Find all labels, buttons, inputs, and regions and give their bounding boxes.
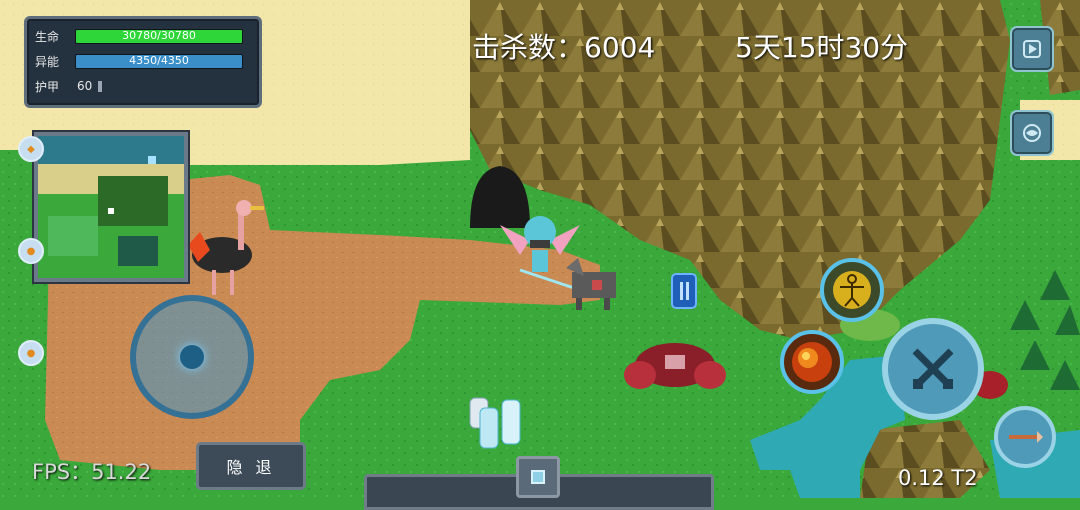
hp-text: 30780/30780 [122, 28, 196, 42]
fire-skill-button[interactable] [780, 330, 844, 394]
version-label: 0.12 T2 [898, 466, 978, 490]
energy-label: 异能 [35, 54, 60, 69]
movement-joystick[interactable] [130, 295, 254, 419]
fireball-icon [792, 342, 832, 382]
hp-label: 生命 [35, 29, 60, 44]
hp-row: 生命 30780/30780 [35, 27, 243, 45]
dash-skill-button[interactable] [994, 406, 1056, 468]
armor-bar [98, 80, 103, 92]
game-time: 5天15时30分 [735, 31, 909, 64]
hotbar-gem-button[interactable] [516, 456, 560, 498]
status-panel: 生命 30780/30780 异能 4350/4350 护甲 60 [24, 16, 262, 108]
gem-icon [531, 470, 545, 484]
fps-counter: FPS：51.22 [32, 460, 152, 484]
energy-bar: 4350/4350 [75, 53, 243, 69]
armor-row: 护甲 60 [35, 77, 103, 95]
armor-label: 护甲 [35, 79, 60, 94]
kill-counter: 击杀数：6004 [472, 31, 656, 64]
minimap[interactable] [34, 132, 188, 282]
play-button[interactable] [1010, 26, 1054, 72]
quest-marker-icon[interactable]: ◆ [18, 136, 44, 162]
joystick-knob[interactable] [180, 345, 204, 369]
energy-text: 4350/4350 [129, 53, 189, 67]
map-icon [1023, 124, 1041, 142]
map-button[interactable] [1010, 110, 1054, 156]
figure-icon [833, 271, 871, 309]
crossed-swords-icon [912, 348, 954, 389]
dash-icon [1009, 431, 1043, 443]
armor-value: 60 [77, 79, 93, 93]
attack-button[interactable] [882, 318, 984, 420]
summon-skill-button[interactable] [820, 258, 884, 322]
minimap-image [38, 136, 184, 278]
play-icon [1023, 40, 1041, 58]
ally-marker-icon[interactable]: ● [18, 340, 44, 366]
retire-button[interactable]: 隐 退 [196, 442, 306, 490]
hp-bar: 30780/30780 [75, 28, 243, 44]
retire-button-label: 隐 退 [226, 458, 276, 477]
pet-marker-icon[interactable]: ● [18, 238, 44, 264]
energy-row: 异能 4350/4350 [35, 52, 243, 70]
